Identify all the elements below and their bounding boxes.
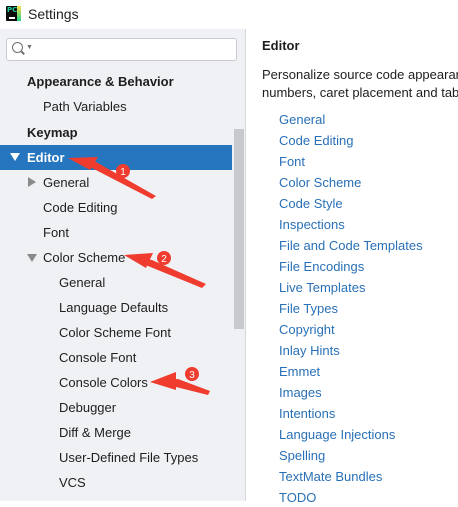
- sidebar-item-label: General: [43, 175, 90, 190]
- link-textmate-bundles[interactable]: TextMate Bundles: [279, 468, 382, 486]
- chevron-right-icon[interactable]: [28, 177, 36, 187]
- sidebar-item-label: Code Editing: [43, 200, 118, 215]
- description-line: Personalize source code appearan: [262, 67, 458, 82]
- title-bar: PC Settings: [0, 0, 458, 29]
- chevron-down-icon[interactable]: [27, 254, 37, 262]
- sidebar-item-console-colors[interactable]: Console Colors: [0, 370, 245, 395]
- window-title: Settings: [28, 6, 79, 22]
- sidebar-item-vcs[interactable]: VCS: [0, 470, 245, 495]
- sidebar-item-console-font[interactable]: Console Font: [0, 345, 245, 370]
- link-live-templates[interactable]: Live Templates: [279, 279, 365, 297]
- sidebar-item-label: Language Defaults: [59, 300, 169, 315]
- sidebar-item-label: Path Variables: [43, 99, 127, 114]
- sidebar-item-label: Font: [43, 225, 70, 240]
- chevron-down-icon[interactable]: ▼: [26, 44, 33, 51]
- chevron-down-icon[interactable]: [10, 153, 20, 161]
- sidebar-item-diff-merge[interactable]: Diff & Merge: [0, 420, 245, 445]
- pycharm-logo-icon: PC: [6, 6, 21, 21]
- sidebar-item-label: Color Scheme Font: [59, 325, 171, 340]
- link-code-editing[interactable]: Code Editing: [279, 132, 353, 150]
- link-copyright[interactable]: Copyright: [279, 321, 335, 339]
- link-todo[interactable]: TODO: [279, 489, 316, 507]
- link-inlay-hints[interactable]: Inlay Hints: [279, 342, 340, 360]
- page-title: Editor: [262, 38, 300, 53]
- editor-settings-panel: Editor Personalize source code appearan …: [246, 29, 458, 505]
- sidebar-item-appearance-behavior[interactable]: Appearance & Behavior: [0, 69, 245, 94]
- sidebar-item-color-scheme[interactable]: Color Scheme: [0, 245, 245, 270]
- sidebar-item-user-defined-file-types[interactable]: User-Defined File Types: [0, 445, 245, 470]
- sidebar-item-label: Editor: [27, 150, 65, 165]
- link-file-encodings[interactable]: File Encodings: [279, 258, 364, 276]
- sidebar-item-keymap[interactable]: Keymap: [0, 120, 245, 145]
- settings-sidebar: ▼ Appearance & Behavior Path Variables K…: [0, 29, 245, 501]
- link-general[interactable]: General: [279, 111, 325, 129]
- page-description: Personalize source code appearan numbers…: [262, 66, 458, 102]
- link-file-types[interactable]: File Types: [279, 300, 338, 318]
- sidebar-item-label: User-Defined File Types: [59, 450, 199, 465]
- sidebar-item-label: General: [59, 275, 106, 290]
- link-font[interactable]: Font: [279, 153, 305, 171]
- sidebar-item-label: Debugger: [59, 400, 117, 415]
- sidebar-item-label: Console Font: [59, 350, 137, 365]
- sidebar-item-color-scheme-general[interactable]: General: [0, 270, 245, 295]
- search-box[interactable]: ▼: [6, 38, 237, 61]
- link-language-injections[interactable]: Language Injections: [279, 426, 395, 444]
- link-emmet[interactable]: Emmet: [279, 363, 320, 381]
- sidebar-item-color-scheme-font[interactable]: Color Scheme Font: [0, 320, 245, 345]
- link-code-style[interactable]: Code Style: [279, 195, 343, 213]
- sidebar-item-label: Appearance & Behavior: [27, 74, 174, 89]
- sidebar-item-debugger[interactable]: Debugger: [0, 395, 245, 420]
- sidebar-item-label: Console Colors: [59, 375, 148, 390]
- link-inspections[interactable]: Inspections: [279, 216, 345, 234]
- sidebar-item-font[interactable]: Font: [0, 220, 245, 245]
- sidebar-item-code-editing[interactable]: Code Editing: [0, 195, 245, 220]
- sidebar-item-path-variables[interactable]: Path Variables: [0, 94, 245, 119]
- link-images[interactable]: Images: [279, 384, 322, 402]
- sidebar-item-label: Color Scheme: [43, 250, 126, 265]
- sidebar-scrollbar[interactable]: [234, 129, 244, 329]
- sidebar-item-language-defaults[interactable]: Language Defaults: [0, 295, 245, 320]
- description-line: numbers, caret placement and tab: [262, 85, 458, 100]
- link-intentions[interactable]: Intentions: [279, 405, 335, 423]
- search-input[interactable]: [37, 41, 231, 59]
- link-file-code-templates[interactable]: File and Code Templates: [279, 237, 423, 255]
- link-spelling[interactable]: Spelling: [279, 447, 325, 465]
- sidebar-item-editor[interactable]: Editor: [0, 145, 232, 170]
- sidebar-item-label: Diff & Merge: [59, 425, 132, 440]
- search-icon[interactable]: [12, 42, 23, 53]
- sidebar-item-editor-general[interactable]: General: [0, 170, 245, 195]
- link-color-scheme[interactable]: Color Scheme: [279, 174, 361, 192]
- sidebar-item-label: VCS: [59, 475, 86, 490]
- sidebar-item-label: Keymap: [27, 125, 78, 140]
